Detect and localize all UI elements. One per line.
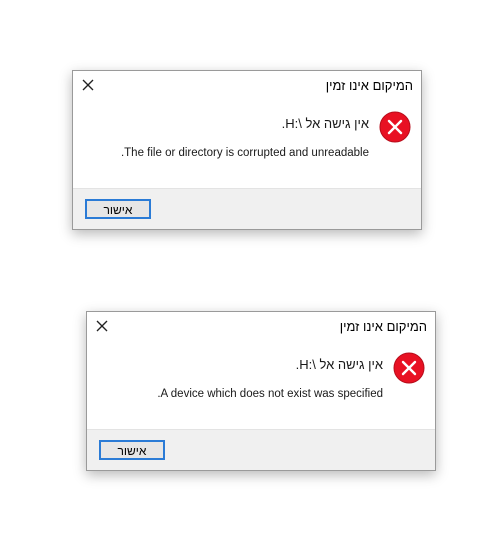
error-icon — [393, 352, 425, 384]
ok-button[interactable]: אישור — [85, 199, 151, 219]
dialog-message: The file or directory is corrupted and u… — [120, 147, 369, 159]
close-icon — [96, 320, 108, 332]
close-button[interactable] — [79, 76, 97, 94]
dialog-titlebar: המיקום אינו זמין — [73, 71, 421, 99]
dialog-heading: אין גישה אל \:H. — [295, 357, 383, 372]
error-dialog-1: המיקום אינו זמין אין גישה אל \:H. The fi… — [72, 70, 422, 230]
dialog-heading: אין גישה אל \:H. — [281, 116, 369, 131]
dialog-title: המיקום אינו זמין — [339, 319, 427, 334]
ok-button[interactable]: אישור — [99, 440, 165, 460]
close-icon — [82, 79, 94, 91]
dialog-footer: אישור — [73, 188, 421, 229]
dialog-title: המיקום אינו זמין — [325, 78, 413, 93]
error-icon — [379, 111, 411, 143]
dialog-message: A device which does not exist was specif… — [157, 388, 383, 400]
dialog-footer: אישור — [87, 429, 435, 470]
dialog-titlebar: המיקום אינו זמין — [87, 312, 435, 340]
close-button[interactable] — [93, 317, 111, 335]
error-dialog-2: המיקום אינו זמין אין גישה אל \:H. A devi… — [86, 311, 436, 471]
